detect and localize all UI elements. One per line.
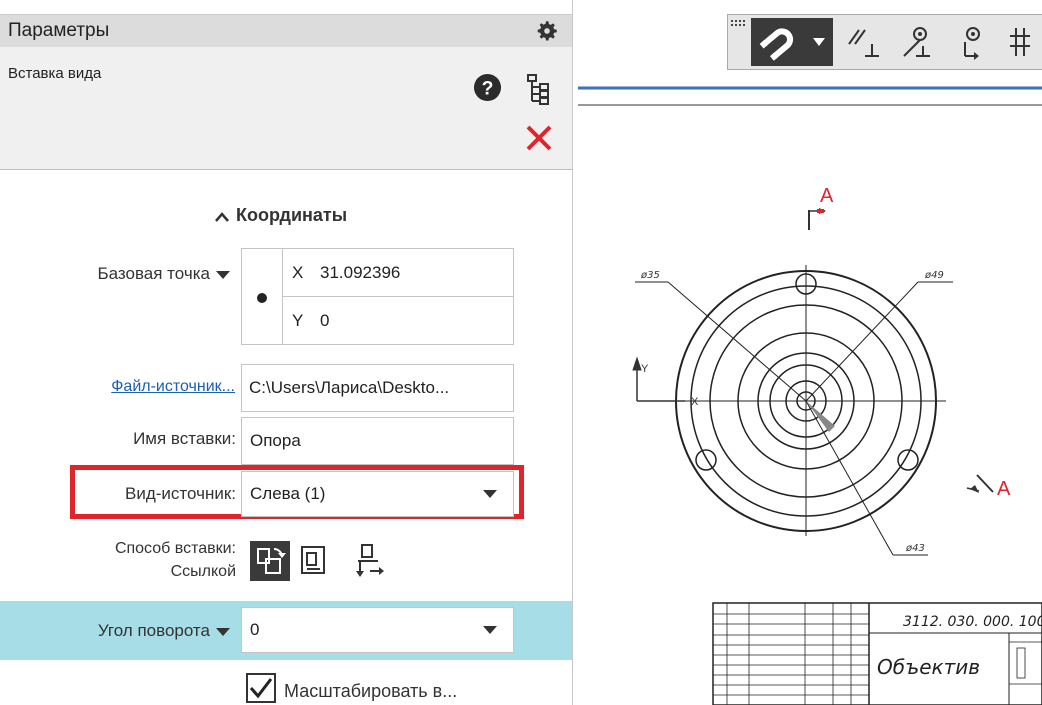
source-view-select[interactable]: Слева (1) <box>241 471 514 517</box>
section-letter-right: A <box>997 478 1011 500</box>
tree-icon[interactable] <box>526 73 552 105</box>
insert-unlink-button[interactable] <box>348 541 388 581</box>
grid-snap-icon[interactable] <box>1006 22 1042 62</box>
insert-name-value: Опора <box>250 431 301 450</box>
parameters-panel: Параметры Вставка вида ? Координаты Базо… <box>0 0 573 705</box>
section-mark-right <box>966 474 994 493</box>
rotation-label[interactable]: Угол поворота <box>40 621 230 641</box>
source-file-field[interactable]: C:\Users\Лариса\Deskto... <box>241 364 514 412</box>
insert-name-label: Имя вставки: <box>133 429 236 448</box>
section-letter-top: A <box>820 185 834 207</box>
dropdown-icon <box>216 627 230 636</box>
svg-text:?: ? <box>482 78 494 99</box>
insert-copy-button[interactable] <box>298 541 332 581</box>
grip-icon[interactable] <box>731 20 749 30</box>
command-name: Вставка вида <box>8 65 102 82</box>
dimension-label: ø35 <box>640 270 660 281</box>
snap-icon[interactable] <box>951 22 991 62</box>
y-label: Y <box>292 311 304 330</box>
help-icon[interactable]: ? <box>473 73 502 102</box>
insert-reference-button[interactable] <box>250 541 290 581</box>
scale-checkbox[interactable] <box>246 673 276 703</box>
snap-toolbar <box>727 14 1042 70</box>
stamp-name: Объектив <box>877 655 980 679</box>
coordinate-box: X 31.092396 Y 0 <box>241 248 514 345</box>
section-mark-top <box>808 208 826 230</box>
scale-checkbox-label[interactable]: Масштабировать в... <box>284 681 457 702</box>
insert-method-value: Ссылкой <box>170 563 236 580</box>
source-view-value: Слева (1) <box>250 484 326 503</box>
axis-x-label: X <box>691 396 699 408</box>
rotation-value: 0 <box>250 620 260 639</box>
dimension-label: ø49 <box>924 270 944 281</box>
x-input[interactable]: 31.092396 <box>320 263 400 283</box>
source-view-label: Вид-источник: <box>125 484 236 503</box>
parallel-icon[interactable] <box>843 22 883 62</box>
magnet-icon[interactable] <box>751 18 833 66</box>
dimension-label: ø43 <box>905 543 925 554</box>
close-icon[interactable] <box>524 123 554 153</box>
x-label: X <box>292 263 304 282</box>
dropdown-icon <box>483 490 497 498</box>
command-area: Вставка вида ? <box>0 47 572 170</box>
rotation-select[interactable]: 0 <box>241 607 514 653</box>
source-file-link[interactable]: Файл-источник... <box>30 378 235 396</box>
y-input[interactable]: 0 <box>320 311 329 331</box>
drawing-sheet[interactable]: A Y X ø35 ø49 ø43 A 3112. 030. 000. 100 … <box>573 70 1042 705</box>
insert-method-label: Способ вставки: <box>114 540 236 557</box>
caret-up-icon[interactable] <box>214 209 230 225</box>
gear-icon[interactable] <box>534 18 560 44</box>
panel-header: Параметры <box>0 14 572 48</box>
part-view <box>635 265 953 556</box>
axis-y-label: Y <box>641 363 649 375</box>
checkmark-icon <box>249 678 273 699</box>
perpendicular-icon[interactable] <box>898 22 938 62</box>
dropdown-icon <box>483 626 497 634</box>
base-point-text: Базовая точка <box>97 264 210 283</box>
point-icon <box>257 293 267 303</box>
base-point-label[interactable]: Базовая точка <box>40 264 230 284</box>
section-title-coordinates[interactable]: Координаты <box>236 205 347 226</box>
panel-title: Параметры <box>8 20 110 41</box>
source-file-value: C:\Users\Лариса\Deskto... <box>249 378 450 397</box>
rotation-text: Угол поворота <box>97 621 210 640</box>
insert-name-input[interactable]: Опора <box>241 417 514 465</box>
dropdown-icon <box>216 270 230 279</box>
divider <box>282 296 513 297</box>
stamp-code: 3112. 030. 000. 100 <box>903 614 1042 630</box>
